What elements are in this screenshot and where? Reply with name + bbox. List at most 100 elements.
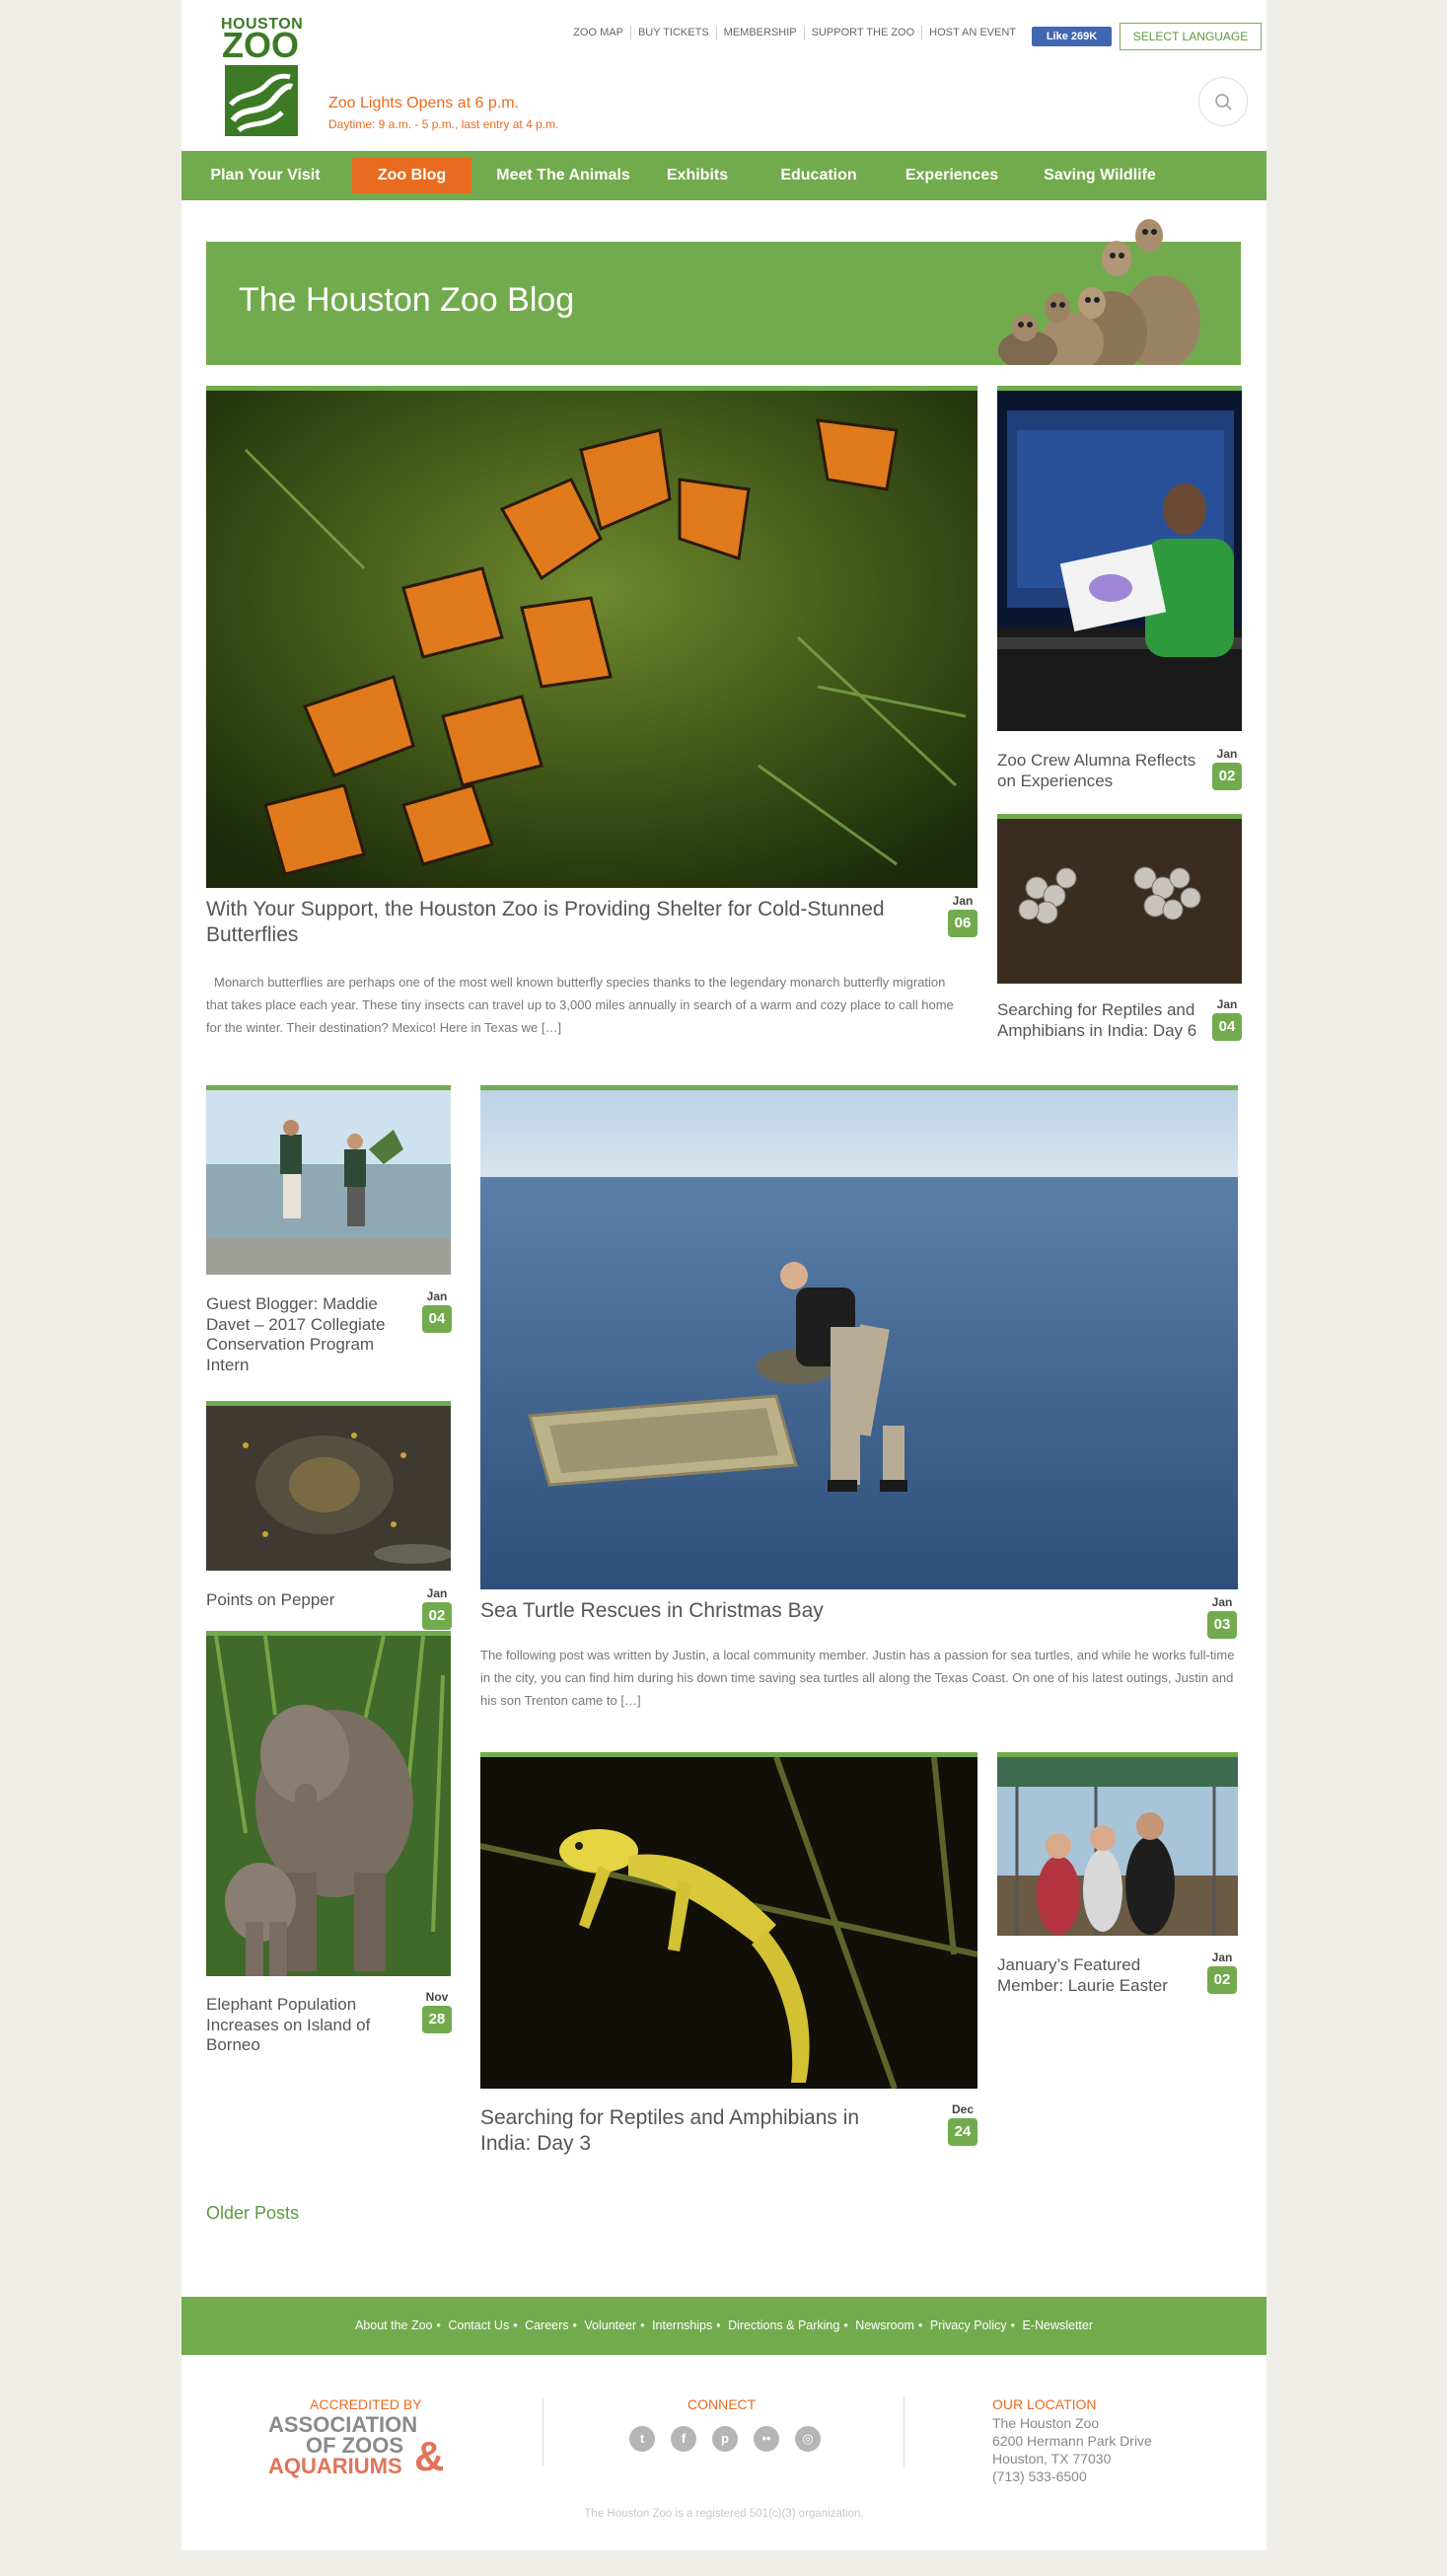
logo-zoo-text: ZOO — [222, 25, 299, 65]
nav-experiences[interactable]: Experiences — [896, 158, 1008, 193]
post-excerpt-sea-turtle: The following post was written by Justin… — [480, 1648, 1235, 1708]
post-month: Jan — [1216, 747, 1238, 761]
post-day: 04 — [1212, 1013, 1242, 1041]
support-the-zoo-link[interactable]: SUPPORT THE ZOO — [803, 26, 922, 39]
footer-link-careers[interactable]: Careers — [525, 2318, 568, 2332]
post-title-zoo-crew[interactable]: Zoo Crew Alumna Reflects on Experiences — [997, 751, 1209, 791]
post-title-butterflies[interactable]: With Your Support, the Houston Zoo is Pr… — [206, 897, 887, 947]
lizard-image[interactable] — [480, 1752, 977, 2089]
footer-link-about[interactable]: About the Zoo — [355, 2318, 433, 2332]
main-nav: Plan Your Visit Zoo Blog Meet The Animal… — [181, 151, 1266, 200]
post-excerpt-butterflies: Monarch butterflies are perhaps one of t… — [206, 975, 954, 1035]
post-day: 02 — [422, 1602, 452, 1630]
search-button[interactable] — [1198, 77, 1248, 126]
meerkats-image — [964, 214, 1210, 374]
buy-tickets-link[interactable]: BUY TICKETS — [629, 26, 716, 39]
aza-logo[interactable]: ASSOCIATION OF ZOOS AQUARIUMS & — [268, 2414, 466, 2483]
location-city: Houston, TX 77030 — [992, 2451, 1112, 2466]
location-street: 6200 Hermann Park Drive — [992, 2433, 1152, 2449]
location-name: The Houston Zoo — [992, 2415, 1100, 2431]
post-day: 24 — [948, 2118, 977, 2146]
post-day: 02 — [1207, 1966, 1237, 1994]
flickr-icon[interactable]: •• — [754, 2426, 779, 2452]
footer-link-internships[interactable]: Internships — [652, 2318, 712, 2332]
footer-link-volunteer[interactable]: Volunteer — [584, 2318, 636, 2332]
post-title-guest-blogger[interactable]: Guest Blogger: Maddie Davet – 2017 Colle… — [206, 1294, 418, 1376]
post-title-india-day-6[interactable]: Searching for Reptiles and Amphibians in… — [997, 1000, 1209, 1041]
older-posts-link[interactable]: Older Posts — [206, 2203, 299, 2224]
post-day: 04 — [422, 1305, 452, 1333]
post-month: Jan — [426, 1586, 448, 1600]
nav-zoo-blog[interactable]: Zoo Blog — [352, 158, 471, 193]
post-month: Jan — [1211, 1950, 1233, 1964]
select-language-button[interactable]: SELECT LANGUAGE — [1120, 23, 1262, 50]
post-title-sea-turtle[interactable]: Sea Turtle Rescues in Christmas Bay — [480, 1598, 1131, 1624]
nav-meet-the-animals[interactable]: Meet The Animals — [489, 158, 637, 193]
post-date-elephants: Nov 28 — [422, 1989, 452, 2033]
footer-link-contact[interactable]: Contact Us — [448, 2318, 509, 2332]
logo-animal-stripes — [225, 65, 298, 136]
post-title-india-day-3[interactable]: Searching for Reptiles and Amphibians in… — [480, 2105, 904, 2156]
post-title-featured-member[interactable]: January’s Featured Member: Laurie Easter — [997, 1955, 1209, 1996]
nav-exhibits[interactable]: Exhibits — [653, 158, 742, 193]
elephant-image[interactable] — [206, 1631, 451, 1976]
guest-blogger-image[interactable] — [206, 1085, 451, 1275]
featured-member-image[interactable] — [997, 1752, 1238, 1936]
footer-link-directions[interactable]: Directions & Parking — [728, 2318, 839, 2332]
zoo-crew-image[interactable] — [997, 386, 1242, 731]
accredited-by-heading: ACCREDITED BY — [310, 2396, 422, 2412]
facebook-like-label: Like 269K — [1046, 31, 1098, 42]
post-date-zoo-crew: Jan 02 — [1212, 746, 1242, 790]
zoo-lights-notice[interactable]: Zoo Lights Opens at 6 p.m. — [328, 95, 519, 112]
sea-turtle-image[interactable] — [480, 1085, 1238, 1589]
facebook-like-button[interactable]: Like 269K — [1032, 27, 1112, 46]
pinterest-icon[interactable]: p — [712, 2426, 738, 2452]
aza-line-3: AQUARIUMS — [268, 2454, 402, 2478]
our-location-heading: OUR LOCATION — [992, 2396, 1097, 2412]
eggs-image[interactable] — [997, 814, 1242, 984]
zoo-map-link[interactable]: ZOO MAP — [566, 26, 630, 39]
post-title-points-on-pepper[interactable]: Points on Pepper — [206, 1590, 418, 1611]
membership-link[interactable]: MEMBERSHIP — [715, 26, 804, 39]
nav-education[interactable]: Education — [769, 158, 868, 193]
nav-saving-wildlife[interactable]: Saving Wildlife — [1036, 158, 1164, 193]
post-date-sea-turtle: Jan 03 — [1207, 1594, 1237, 1639]
instagram-icon[interactable]: ◎ — [795, 2426, 821, 2452]
post-month: Jan — [952, 894, 974, 908]
footer-link-enewsletter[interactable]: E-Newsletter — [1022, 2318, 1093, 2332]
post-day: 03 — [1207, 1611, 1237, 1639]
facebook-icon[interactable]: f — [671, 2426, 696, 2452]
page-title: The Houston Zoo Blog — [239, 281, 575, 319]
zoo-hours: Daytime: 9 a.m. - 5 p.m., last entry at … — [328, 117, 559, 131]
houston-zoo-logo[interactable]: HOUSTON ZOO — [221, 16, 303, 136]
footer-link-newsroom[interactable]: Newsroom — [855, 2318, 914, 2332]
blog-banner: The Houston Zoo Blog — [206, 219, 1241, 374]
post-date-guest-blogger: Jan 04 — [422, 1288, 452, 1333]
post-month: Jan — [1216, 997, 1238, 1011]
post-day: 28 — [422, 2006, 452, 2033]
post-date-india-day-6: Jan 04 — [1212, 996, 1242, 1041]
post-day: 02 — [1212, 763, 1242, 790]
post-date-points-on-pepper: Jan 02 — [422, 1585, 452, 1630]
post-date-butterflies: Jan 06 — [948, 893, 977, 937]
nav-plan-your-visit[interactable]: Plan Your Visit — [201, 158, 329, 193]
connect-heading: CONNECT — [687, 2396, 757, 2412]
legal-notice: The Houston Zoo is a registered 501(c)(3… — [584, 2508, 864, 2520]
post-month: Dec — [951, 2102, 974, 2116]
post-title-elephants[interactable]: Elephant Population Increases on Island … — [206, 1995, 418, 2056]
points-on-pepper-image[interactable] — [206, 1401, 451, 1571]
post-month: Jan — [1211, 1595, 1233, 1609]
location-phone[interactable]: (713) 533-6500 — [992, 2468, 1087, 2484]
post-date-featured-member: Jan 02 — [1207, 1950, 1237, 1994]
butterflies-image[interactable] — [206, 386, 977, 888]
post-day: 06 — [948, 910, 977, 937]
aza-ampersand: & — [414, 2433, 445, 2479]
post-month: Nov — [425, 1990, 449, 2004]
footer-nav: About the Zoo • Contact Us • Careers • Volu… — [181, 2297, 1266, 2355]
page: HOUSTON ZOO Zoo Lights Opens at 6 p.m. D… — [181, 0, 1266, 2550]
footer-link-privacy[interactable]: Privacy Policy — [930, 2318, 1007, 2332]
twitter-icon[interactable]: t — [629, 2426, 655, 2452]
host-an-event-link[interactable]: HOST AN EVENT — [921, 26, 1023, 39]
search-icon — [1215, 94, 1232, 110]
utility-links: ZOO MAP BUY TICKETS MEMBERSHIP SUPPORT T… — [566, 26, 1023, 39]
